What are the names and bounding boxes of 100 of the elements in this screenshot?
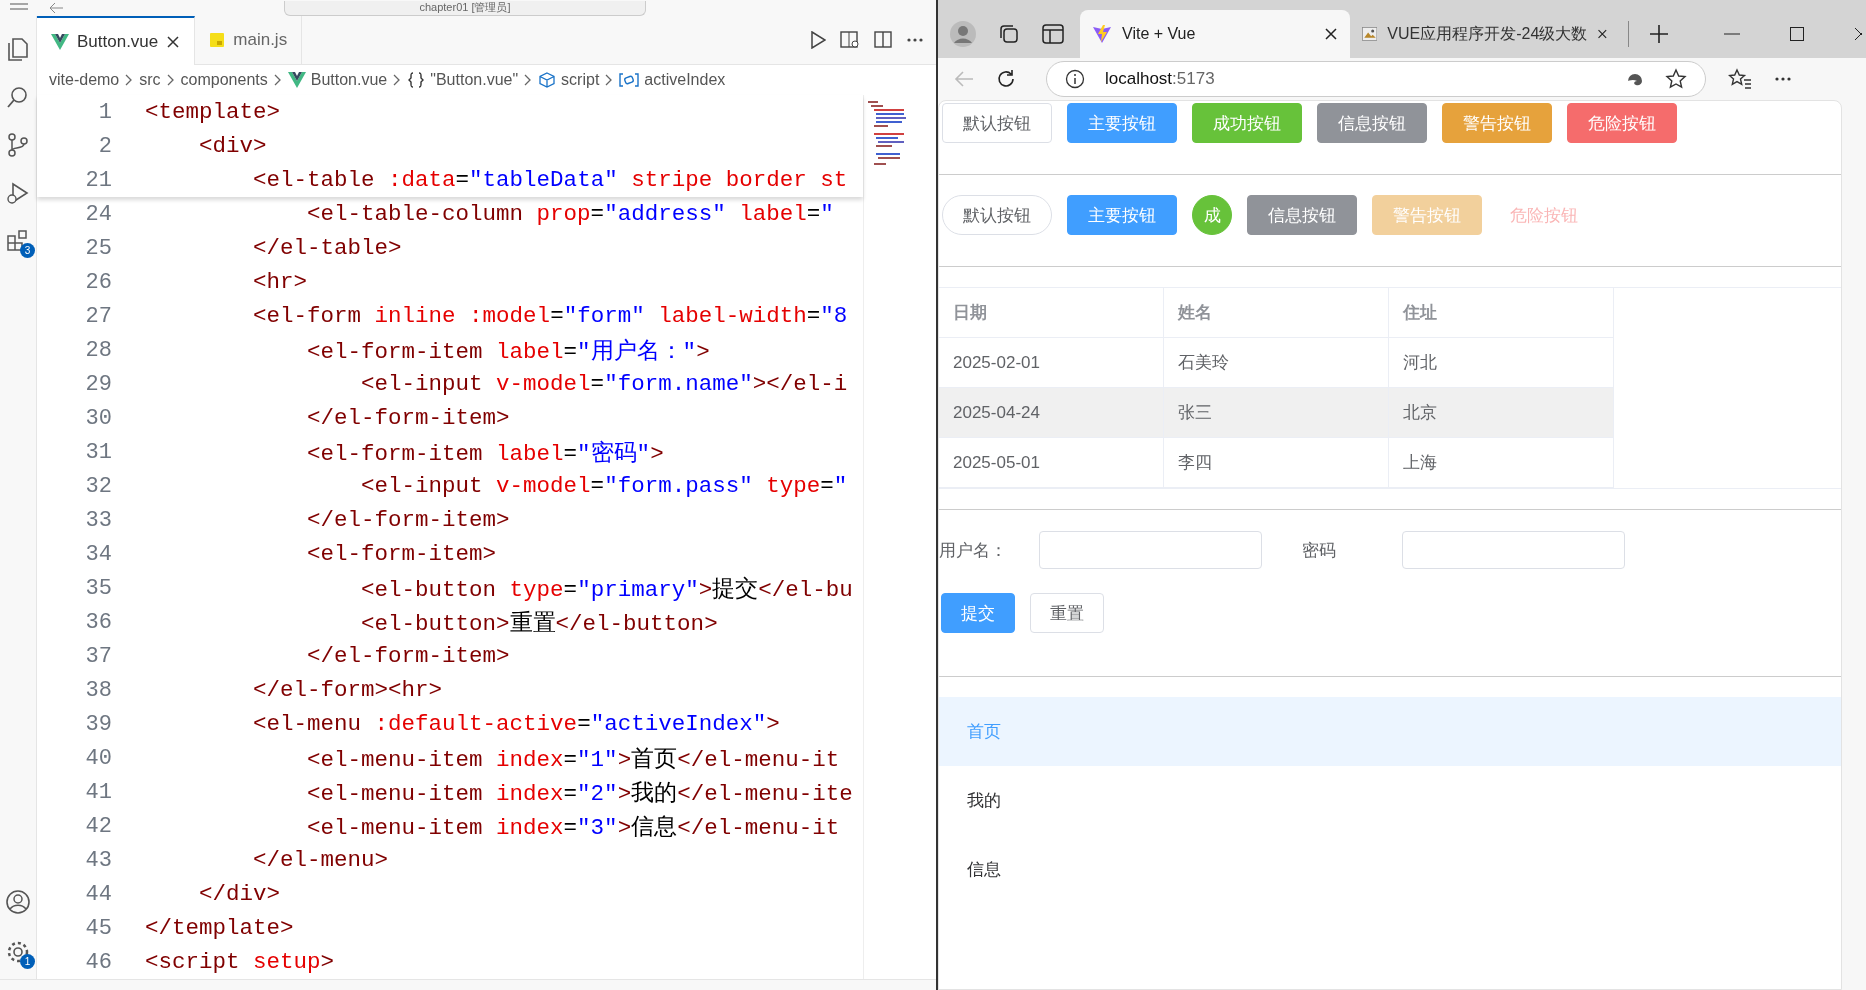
code-line: </template> [145, 915, 294, 941]
input-field[interactable] [1402, 531, 1625, 569]
editor-tab[interactable]: main.js [195, 16, 303, 64]
code-line: <el-table :data="tableData" stripe border st [252, 167, 848, 193]
table-cell: 北京 [1389, 388, 1614, 438]
vue-icon [287, 72, 306, 88]
code-line: <hr> [252, 269, 308, 295]
vite-logo-icon [1092, 24, 1112, 44]
code-line: </el-form-item> [306, 405, 510, 431]
column-header: 住址 [1389, 288, 1614, 338]
line-number: 32 [84, 473, 113, 499]
account-icon[interactable] [5, 889, 31, 915]
column-header: 日期 [939, 288, 1164, 338]
line-number: 31 [84, 439, 113, 465]
button[interactable]: 默认按钮 [942, 103, 1052, 143]
line-number: 27 [84, 303, 113, 329]
field-label: 用户名： [939, 539, 1008, 562]
more-icon[interactable] [1774, 76, 1792, 82]
breadcrumb-item[interactable]: vite-demo [49, 71, 120, 89]
code-line: </div> [198, 881, 281, 907]
run-debug-icon[interactable] [5, 180, 31, 206]
line-number: 39 [84, 711, 113, 737]
line-number: 24 [84, 201, 113, 227]
maximize-icon[interactable] [1790, 27, 1804, 41]
compare-icon[interactable] [840, 31, 860, 49]
code-line: <el-form-item label="密码"> [306, 439, 664, 468]
breadcrumb-item[interactable]: components [180, 71, 268, 89]
split-editor-icon[interactable] [874, 31, 892, 49]
code-line: <el-form-item> [306, 541, 497, 567]
back-arrow-icon[interactable] [48, 2, 64, 14]
menu-item[interactable]: 我的 [939, 766, 1841, 835]
breadcrumb-item[interactable]: src [139, 71, 161, 89]
source-control-icon[interactable] [5, 132, 31, 158]
line-number: 37 [84, 643, 113, 669]
line-number: 41 [84, 779, 113, 805]
files-icon[interactable] [5, 36, 31, 62]
field-label: 密码 [1302, 539, 1337, 562]
line-number: 28 [84, 337, 113, 363]
run-icon[interactable] [810, 31, 826, 49]
column-header: 姓名 [1164, 288, 1389, 338]
code-line: <template> [145, 99, 281, 125]
braces-icon [407, 71, 426, 89]
collections-icon[interactable] [998, 23, 1020, 45]
code-line: <el-menu :default-active="activeIndex"> [252, 711, 780, 737]
code-line: <el-button type="primary">提交</el-bu [360, 575, 853, 604]
button[interactable]: 默认按钮 [942, 195, 1052, 235]
vertical-tabs-icon[interactable] [1042, 24, 1064, 44]
line-number: 40 [84, 745, 113, 771]
code-line: <el-form-item label="用户名："> [306, 337, 710, 366]
breadcrumb-item[interactable]: Button.vue [310, 71, 388, 89]
table-cell: 上海 [1389, 438, 1614, 488]
address-bar[interactable]: localhost:5173 [1046, 61, 1706, 97]
line-number: 44 [84, 881, 113, 907]
js-file-icon [209, 32, 226, 48]
line-number: 29 [84, 371, 113, 397]
settings-icon[interactable] [5, 939, 31, 965]
line-number: 21 [84, 167, 113, 193]
chevron-icon [272, 73, 283, 87]
code-line: <el-menu-item index="1">首页</el-menu-it [306, 745, 840, 774]
more-icon[interactable] [906, 37, 924, 43]
breadcrumb-item[interactable]: "Button.vue" [430, 71, 519, 89]
info-icon [1065, 69, 1085, 89]
chevron-icon [165, 73, 176, 87]
line-number: 35 [84, 575, 113, 601]
star-icon[interactable] [1665, 68, 1687, 90]
line-number: 46 [84, 949, 113, 975]
code-line: </el-form-item> [306, 507, 510, 533]
breadcrumb-item[interactable]: script [561, 71, 600, 89]
menu-item[interactable]: 信息 [939, 835, 1841, 904]
line-number: 2 [97, 133, 113, 159]
code-line: <el-input v-model="form.name"></el-i [360, 371, 848, 397]
favorites-icon[interactable] [1728, 68, 1752, 90]
code-line: </el-form-item> [306, 643, 510, 669]
code-line: <el-table-column prop="address" label=" [306, 201, 834, 227]
editor-tab[interactable]: Button.vue [37, 16, 196, 65]
url-text: localhost:5173 [1105, 69, 1216, 89]
code-line: <div> [198, 133, 267, 159]
form-button[interactable]: 重置 [1030, 593, 1104, 633]
code-line: <el-menu-item index="2">我的</el-menu-ite [306, 779, 853, 808]
field-icon [619, 72, 640, 88]
table-cell: 张三 [1164, 388, 1389, 438]
refresh-icon[interactable] [996, 69, 1016, 89]
plus-icon[interactable] [1649, 24, 1669, 44]
table-cell: 李四 [1164, 438, 1389, 488]
code-line: <el-form inline :model="form" label-width="8 [252, 303, 848, 329]
input-field[interactable] [1039, 531, 1262, 569]
notification-badge: 3 [20, 243, 35, 258]
code-line: <script setup> [145, 949, 335, 975]
command-center-search[interactable]: chapter01 [管理员] [284, 0, 646, 16]
browser-tab[interactable]: Vite + Vue [1080, 10, 1350, 58]
code-line: </el-form><hr> [252, 677, 443, 703]
profile-avatar-icon[interactable] [950, 21, 976, 47]
breadcrumb-item[interactable]: activeIndex [644, 71, 726, 89]
line-number: 26 [84, 269, 113, 295]
vue-icon [51, 33, 69, 50]
browser-tab[interactable]: VUE应用程序开发-24级大数 [1350, 10, 1620, 58]
line-number: 30 [84, 405, 113, 431]
code-line: </el-menu> [252, 847, 389, 873]
code-line: <el-menu-item index="3">信息</el-menu-it [306, 813, 840, 842]
site-favicon-icon [1362, 25, 1378, 43]
